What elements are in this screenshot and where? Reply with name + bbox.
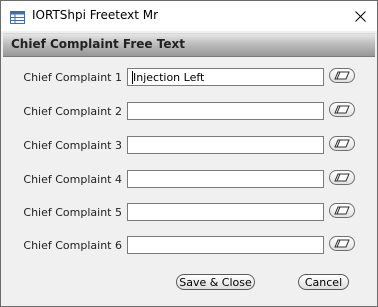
eraser-icon bbox=[334, 139, 350, 148]
eraser-icon bbox=[334, 239, 350, 248]
clear-complaint-1-button[interactable] bbox=[329, 68, 355, 83]
complaint-1-input[interactable]: Injection Left bbox=[127, 68, 324, 86]
complaint-row-2: Chief Complaint 2 bbox=[1, 102, 377, 122]
clear-complaint-3-button[interactable] bbox=[329, 136, 355, 151]
close-button[interactable] bbox=[343, 1, 377, 31]
complaint-1-value: Injection Left bbox=[133, 71, 205, 84]
section-header: Chief Complaint Free Text bbox=[3, 33, 375, 57]
clear-complaint-2-button[interactable] bbox=[329, 102, 355, 117]
table-icon bbox=[10, 9, 25, 24]
cancel-button[interactable]: Cancel bbox=[298, 274, 349, 290]
complaint-5-label: Chief Complaint 5 bbox=[23, 206, 122, 219]
section-title: Chief Complaint Free Text bbox=[11, 37, 185, 51]
eraser-icon bbox=[334, 105, 350, 114]
complaint-4-input[interactable] bbox=[127, 170, 324, 188]
complaint-1-label: Chief Complaint 1 bbox=[23, 71, 122, 84]
clear-complaint-4-button[interactable] bbox=[329, 170, 355, 185]
complaint-row-4: Chief Complaint 4 bbox=[1, 170, 377, 190]
complaint-6-label: Chief Complaint 6 bbox=[23, 239, 122, 252]
complaint-row-1: Chief Complaint 1 Injection Left bbox=[1, 68, 377, 88]
complaint-row-5: Chief Complaint 5 bbox=[1, 203, 377, 223]
dialog-window: IORTShpi Freetext Mr Chief Complaint Fre… bbox=[0, 0, 378, 307]
window-title: IORTShpi Freetext Mr bbox=[32, 8, 159, 22]
complaint-row-3: Chief Complaint 3 bbox=[1, 136, 377, 156]
complaint-row-6: Chief Complaint 6 bbox=[1, 236, 377, 256]
text-caret bbox=[132, 71, 133, 84]
complaint-3-input[interactable] bbox=[127, 136, 324, 154]
close-icon bbox=[354, 10, 366, 22]
clear-complaint-6-button[interactable] bbox=[329, 236, 355, 251]
complaint-6-input[interactable] bbox=[127, 236, 324, 254]
title-bar: IORTShpi Freetext Mr bbox=[1, 1, 377, 31]
complaint-3-label: Chief Complaint 3 bbox=[23, 139, 122, 152]
eraser-icon bbox=[334, 173, 350, 182]
complaint-2-input[interactable] bbox=[127, 102, 324, 120]
eraser-icon bbox=[334, 206, 350, 215]
clear-complaint-5-button[interactable] bbox=[329, 203, 355, 218]
complaint-2-label: Chief Complaint 2 bbox=[23, 105, 122, 118]
save-close-button[interactable]: Save & Close bbox=[176, 274, 255, 290]
complaint-4-label: Chief Complaint 4 bbox=[23, 173, 122, 186]
complaint-5-input[interactable] bbox=[127, 203, 324, 221]
eraser-icon bbox=[334, 71, 350, 80]
